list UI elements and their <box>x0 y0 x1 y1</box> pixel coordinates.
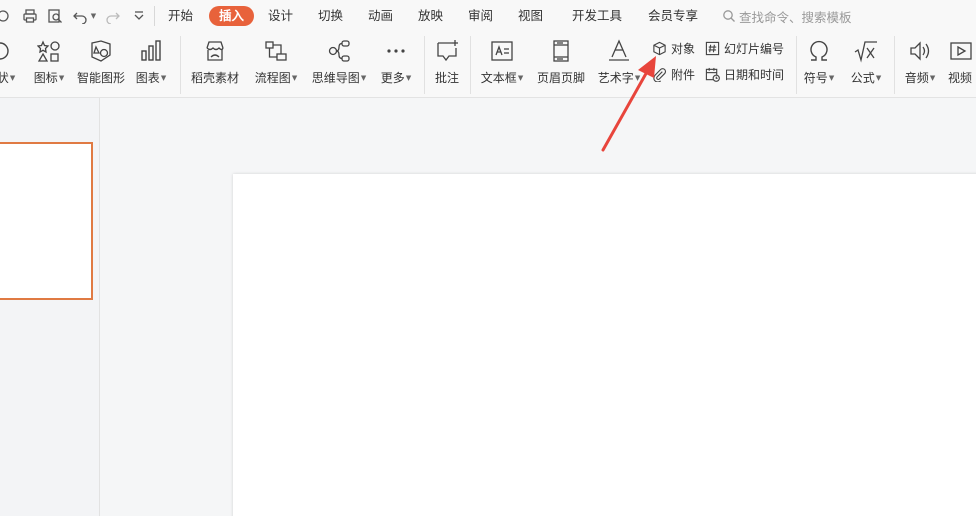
comment-label: 批注 <box>434 71 459 85</box>
mindmap-icon <box>326 38 352 64</box>
chart-icon <box>138 38 164 64</box>
tab-slideshow[interactable]: 放映 <box>418 6 443 26</box>
dropdown-caret-icon: ▼ <box>360 73 367 82</box>
menu-bar: ▼ 开始 插入 设计 切换 动画 放映 审阅 视图 开发工具 会员专享 查找命令… <box>0 0 976 32</box>
icons-button[interactable]: 图标 ▼ <box>32 38 66 94</box>
audio-label: 音频 <box>904 71 929 85</box>
smart-graphic-label: 智能图形 <box>76 71 125 85</box>
dropdown-caret-icon: ▼ <box>160 73 167 82</box>
ribbon-divider <box>424 36 425 94</box>
annotation-arrow-icon <box>601 56 656 152</box>
datetime-label: 日期和时间 <box>724 67 785 82</box>
shape-icon <box>0 38 19 64</box>
slide-number-button[interactable]: 幻灯片编号 <box>704 38 784 58</box>
command-search[interactable]: 查找命令、搜索模板 <box>722 6 852 26</box>
shape-button[interactable]: 状 ▼ <box>0 38 16 94</box>
mindmap-button[interactable]: 思维导图 ▼ <box>310 38 368 94</box>
docer-material-label: 稻壳素材 <box>190 71 239 85</box>
smart-graphic-icon <box>88 38 114 64</box>
more-button[interactable]: 更多 ▼ <box>378 38 414 94</box>
video-icon <box>948 38 974 64</box>
flowchart-button[interactable]: 流程图 ▼ <box>253 38 299 94</box>
slide-number-label: 幻灯片编号 <box>724 41 785 56</box>
dropdown-caret-icon: ▼ <box>58 73 65 82</box>
header-footer-icon <box>548 38 574 64</box>
tab-review[interactable]: 审阅 <box>468 6 493 26</box>
tab-member[interactable]: 会员专享 <box>648 6 698 26</box>
icons-icon <box>36 38 62 64</box>
dropdown-caret-icon: ▼ <box>828 73 835 82</box>
search-icon <box>723 10 735 22</box>
mindmap-label: 思维导图 <box>311 71 360 85</box>
tab-home[interactable]: 开始 <box>168 6 193 26</box>
tab-transitions[interactable]: 切换 <box>318 6 343 26</box>
ribbon-divider <box>470 36 471 94</box>
flowchart-label: 流程图 <box>254 71 291 85</box>
search-placeholder: 查找命令、搜索模板 <box>739 9 852 25</box>
slide-canvas[interactable] <box>233 174 976 516</box>
formula-button[interactable]: 公式 ▼ <box>850 38 882 94</box>
dropdown-caret-icon: ▼ <box>517 73 524 82</box>
header-footer-button[interactable]: 页眉页脚 <box>536 38 586 94</box>
slide-number-icon <box>704 40 720 56</box>
omega-icon <box>806 38 832 64</box>
video-label: 视频 <box>948 71 973 85</box>
formula-label: 公式 <box>850 71 875 85</box>
symbol-button[interactable]: 符号 ▼ <box>804 38 834 94</box>
datetime-button[interactable]: 日期和时间 <box>704 64 784 84</box>
print-icon[interactable] <box>21 7 39 25</box>
datetime-icon <box>704 66 720 82</box>
tab-view[interactable]: 视图 <box>518 6 543 26</box>
docer-material-button[interactable]: 稻壳素材 <box>190 38 240 94</box>
textbox-icon <box>489 38 515 64</box>
comment-button[interactable]: 批注 <box>432 38 462 94</box>
shape-label: 状 <box>0 71 9 85</box>
dropdown-caret-icon: ▼ <box>405 73 412 82</box>
dropdown-caret-icon: ▼ <box>929 73 936 82</box>
icons-label: 图标 <box>33 71 58 85</box>
chart-button[interactable]: 图表 ▼ <box>134 38 168 94</box>
print-preview-icon[interactable] <box>46 7 64 25</box>
dropdown-caret-icon: ▼ <box>9 73 16 82</box>
tab-design[interactable]: 设计 <box>268 6 293 26</box>
slide-thumbnail-pane <box>0 98 100 516</box>
textbox-label: 文本框 <box>480 71 517 85</box>
ribbon-divider <box>180 36 181 94</box>
redo-icon[interactable] <box>104 7 122 25</box>
dropdown-caret-icon: ▼ <box>875 73 882 82</box>
symbol-label: 符号 <box>803 71 828 85</box>
textbox-button[interactable]: 文本框 ▼ <box>479 38 525 94</box>
tab-developer[interactable]: 开发工具 <box>572 6 622 26</box>
undo-dropdown-icon[interactable]: ▼ <box>88 7 98 25</box>
formula-icon <box>853 38 879 64</box>
slide-thumbnail[interactable] <box>0 142 93 300</box>
docer-material-icon <box>202 38 228 64</box>
comment-icon <box>434 38 460 64</box>
chart-label: 图表 <box>135 71 160 85</box>
ribbon-divider <box>796 36 797 94</box>
attachment-label: 附件 <box>671 67 696 82</box>
more-icon <box>383 38 409 64</box>
audio-button[interactable]: 音频 ▼ <box>903 38 937 94</box>
insert-ribbon: 状 ▼ 图标 ▼ 智能图形 图表 ▼ 稻壳素材 流程图 ▼ 思维导图 ▼ 更多 … <box>0 32 976 98</box>
slide-editor-area <box>101 98 976 516</box>
video-button[interactable]: 视频 <box>948 38 976 94</box>
menu-divider <box>154 6 155 26</box>
header-footer-label: 页眉页脚 <box>536 71 585 85</box>
tab-animations[interactable]: 动画 <box>368 6 393 26</box>
smart-graphic-button[interactable]: 智能图形 <box>76 38 126 94</box>
undo-icon[interactable] <box>71 7 89 25</box>
ribbon-divider <box>894 36 895 94</box>
flowchart-icon <box>263 38 289 64</box>
customize-toolbar-icon[interactable] <box>130 7 148 25</box>
object-label: 对象 <box>671 41 696 56</box>
audio-icon <box>907 38 933 64</box>
more-label: 更多 <box>380 71 405 85</box>
tab-insert[interactable]: 插入 <box>209 6 255 26</box>
shape-partial-icon[interactable] <box>0 7 14 25</box>
dropdown-caret-icon: ▼ <box>291 73 298 82</box>
